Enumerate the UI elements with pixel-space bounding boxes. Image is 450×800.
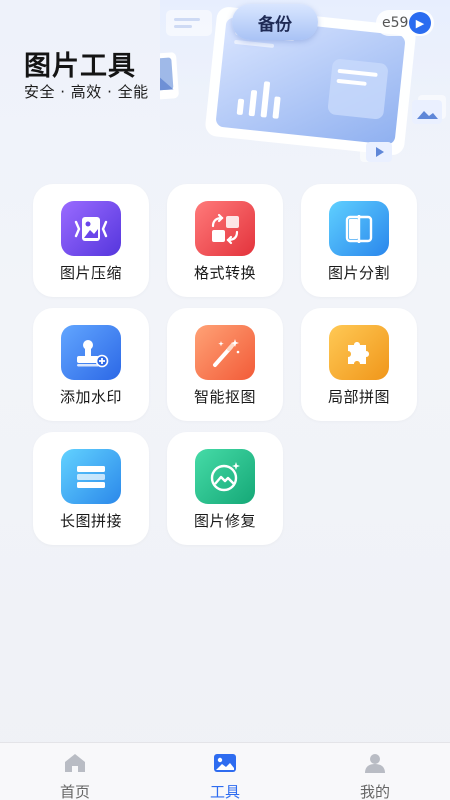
top-chip-label: e59 [382,15,409,31]
page-subtitle: 安全 · 高效 · 全能 [24,83,149,101]
backup-badge[interactable]: 备份 [232,4,318,40]
long-image-stitch-icon [61,449,121,504]
tool-add-watermark[interactable]: 添加水印 [33,308,149,421]
tool-label: 添加水印 [59,388,122,406]
header: 备份 e59 ▶ 图片工具 安全 · 高效 · 全能 [0,0,450,175]
tool-label: 长图拼接 [59,512,122,530]
tool-label: 图片压缩 [59,264,122,282]
tool-long-image-stitch[interactable]: 长图拼接 [33,432,149,545]
tool-label: 智能抠图 [193,388,256,406]
image-split-icon [329,201,389,256]
nav-item-mine[interactable]: 我的 [300,743,450,800]
home-icon [65,754,85,772]
play-icon: ▶ [409,12,431,34]
puzzle-piece-icon [329,325,389,380]
image-icon [214,754,236,772]
top-chip[interactable]: e59 ▶ [376,10,434,36]
tool-partial-collage[interactable]: 局部拼图 [301,308,417,421]
tool-label: 图片修复 [193,512,256,530]
nav-label: 工具 [209,783,240,800]
nav-label: 我的 [359,783,390,800]
page-title: 图片工具 [24,51,136,82]
nav-item-home[interactable]: 首页 [0,743,150,800]
nav-item-tools[interactable]: 工具 [150,743,300,800]
tool-label: 图片分割 [327,264,390,282]
tool-label: 格式转换 [193,264,256,282]
nav-label: 首页 [59,783,90,800]
tool-smart-cutout[interactable]: 智能抠图 [167,308,283,421]
tools-page: 备份 e59 ▶ 图片工具 安全 · 高效 · 全能 图片压缩 格式转换 图片分… [0,0,450,800]
image-compress-icon [61,201,121,256]
tool-label: 局部拼图 [327,388,390,406]
tool-image-repair[interactable]: 图片修复 [167,432,283,545]
magic-wand-icon [195,325,255,380]
tool-image-compress[interactable]: 图片压缩 [33,184,149,297]
format-convert-icon [195,201,255,256]
user-icon [365,754,385,773]
tool-image-split[interactable]: 图片分割 [301,184,417,297]
tool-format-convert[interactable]: 格式转换 [167,184,283,297]
bottom-nav: 首页 工具 我的 [0,742,450,800]
image-repair-icon [195,449,255,504]
watermark-stamp-icon [61,325,121,380]
